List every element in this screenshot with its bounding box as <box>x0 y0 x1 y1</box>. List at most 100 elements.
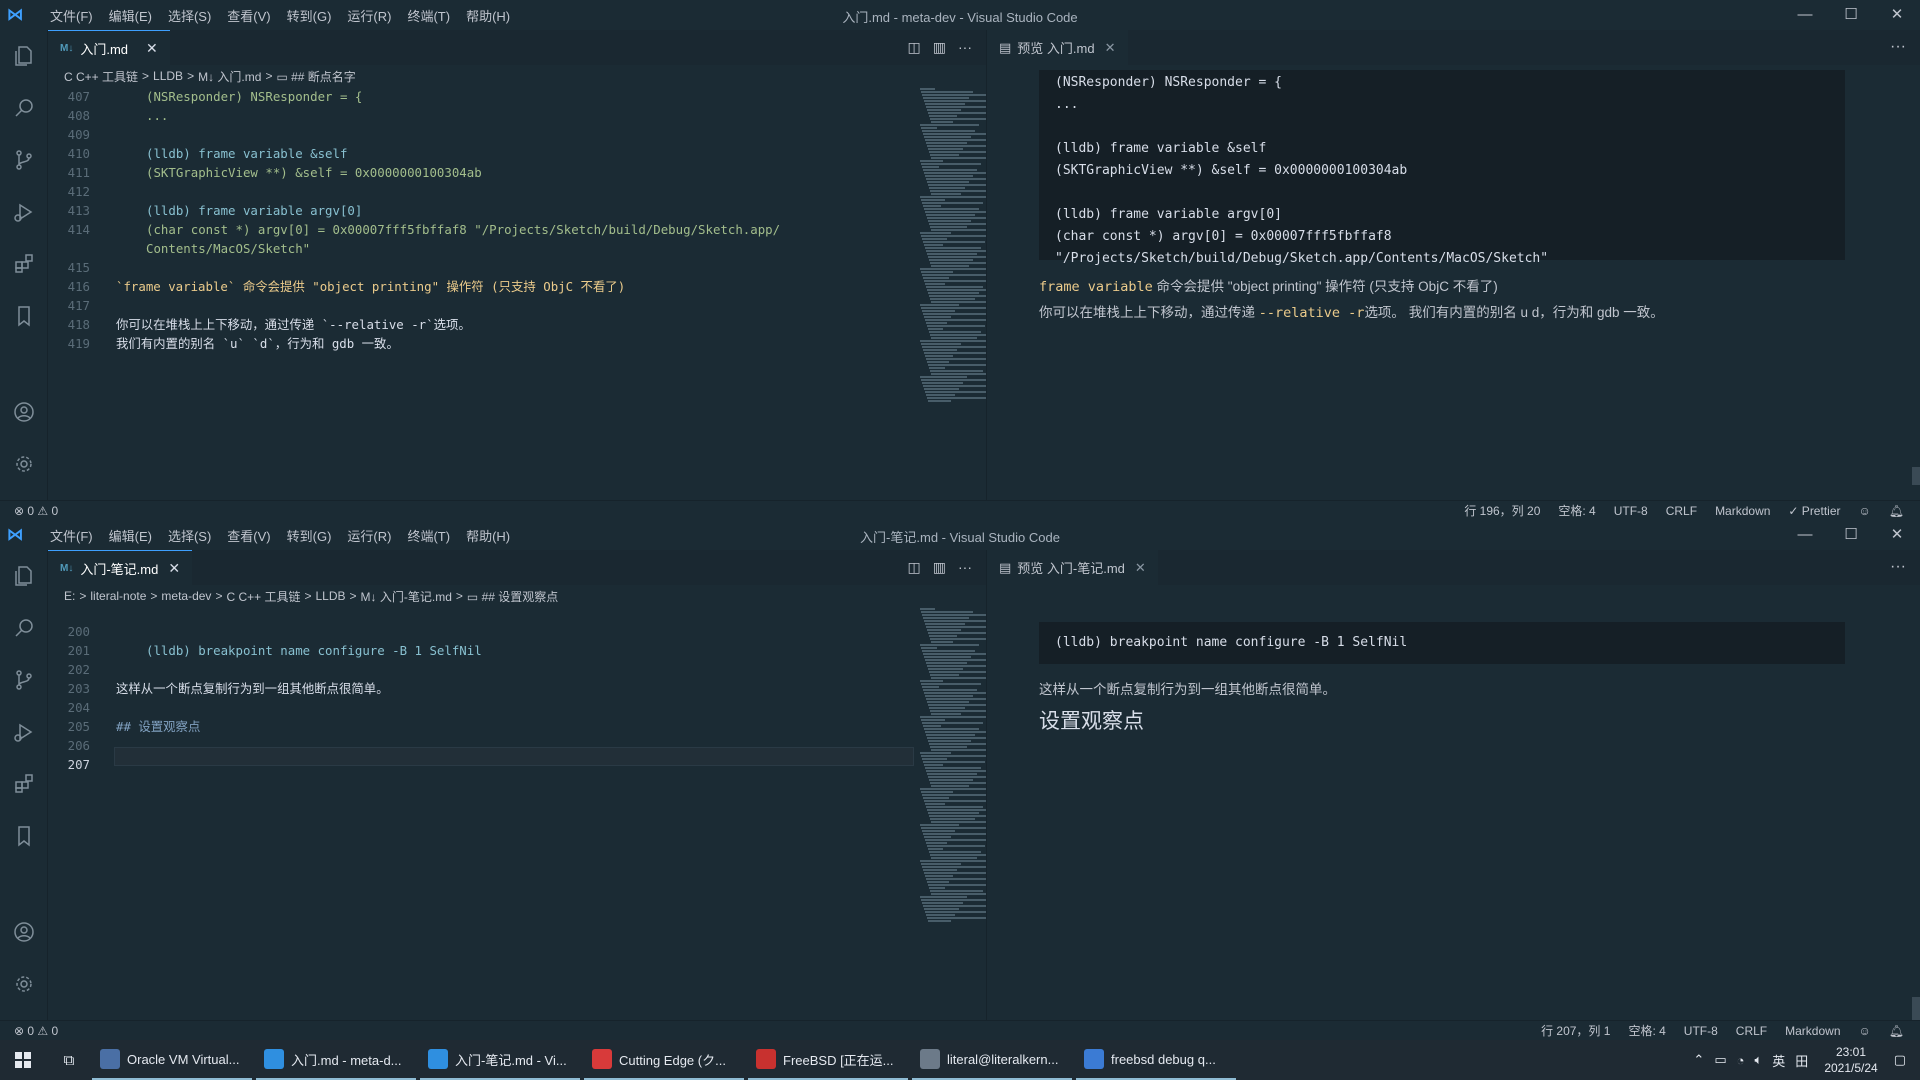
more-actions-icon[interactable]: ··· <box>958 559 972 576</box>
menu-item[interactable]: 帮助(H) <box>458 526 518 545</box>
menu-item[interactable]: 运行(R) <box>339 526 399 545</box>
source-control-icon[interactable] <box>0 134 48 186</box>
problems-count[interactable]: ⊗ 0 ⚠ 0 <box>14 504 58 518</box>
windows-start-icon[interactable] <box>0 1040 46 1080</box>
bookmarks-icon[interactable] <box>0 810 48 862</box>
taskbar-app[interactable]: freebsd debug q... <box>1076 1040 1236 1080</box>
search-icon[interactable] <box>0 602 48 654</box>
close-icon[interactable]: ✕ <box>1874 520 1920 550</box>
close-icon[interactable]: ✕ <box>1874 0 1920 30</box>
maximize-icon[interactable]: ☐ <box>1828 520 1874 550</box>
feedback-icon[interactable]: ☺ <box>1859 504 1871 518</box>
ime-language[interactable]: 英 <box>1772 1051 1785 1070</box>
account-icon[interactable] <box>0 386 48 438</box>
breadcrumb-item[interactable]: meta-dev <box>161 589 211 603</box>
breadcrumb-item[interactable]: M↓ 入门-笔记.md <box>361 588 452 605</box>
tab-preview-intro[interactable]: ▤ 预览 入门.md ✕ <box>987 30 1128 65</box>
account-icon[interactable] <box>0 906 48 958</box>
settings-gear-icon[interactable] <box>0 958 48 1010</box>
status-item[interactable]: 行 196，列 20 <box>1464 502 1540 519</box>
split-editor-icon[interactable]: ▥ <box>933 559 946 576</box>
open-preview-icon[interactable]: ◫ <box>908 39 921 56</box>
minimize-icon[interactable]: — <box>1782 0 1828 30</box>
search-icon[interactable] <box>0 82 48 134</box>
close-tab-icon[interactable]: ✕ <box>1105 40 1116 56</box>
scrollbar-thumb[interactable] <box>1912 467 1920 485</box>
tab-intro-md[interactable]: M↓ 入门.md ✕ <box>48 30 170 65</box>
breadcrumb-item[interactable]: LLDB <box>153 69 183 83</box>
extensions-icon[interactable] <box>0 238 48 290</box>
status-item[interactable]: CRLF <box>1666 504 1697 518</box>
bookmarks-icon[interactable] <box>0 290 48 342</box>
menu-item[interactable]: 文件(F) <box>42 526 101 545</box>
menu-item[interactable]: 编辑(E) <box>101 526 160 545</box>
status-item[interactable]: 空格: 4 <box>1628 1022 1665 1039</box>
more-actions-icon[interactable]: ··· <box>1890 38 1906 56</box>
tab-intro-notes-md[interactable]: M↓ 入门-笔记.md ✕ <box>48 550 193 585</box>
status-item[interactable]: ✓ Prettier <box>1788 504 1840 518</box>
breadcrumb-item[interactable]: M↓ 入门.md <box>198 68 261 85</box>
notification-icon[interactable]: ▢ <box>1894 1052 1906 1068</box>
breadcrumb-item[interactable]: E: <box>64 589 75 603</box>
taskbar-app[interactable]: 入门.md - meta-d... <box>256 1040 416 1080</box>
breadcrumb-item[interactable]: literal-note <box>90 589 146 603</box>
close-tab-icon[interactable]: ✕ <box>1135 560 1146 576</box>
feedback-icon[interactable]: ☺ <box>1859 1024 1871 1038</box>
menu-item[interactable]: 终端(T) <box>399 6 458 25</box>
status-item[interactable]: 行 207，列 1 <box>1541 1022 1610 1039</box>
code-editor[interactable]: 407 (NSResponder) NSResponder = {408... 40… <box>48 87 868 353</box>
menu-item[interactable]: 转到(G) <box>279 6 340 25</box>
status-item[interactable]: UTF-8 <box>1614 504 1648 518</box>
menu-item[interactable]: 转到(G) <box>279 526 340 545</box>
taskbar-app[interactable]: FreeBSD [正在运... <box>748 1040 908 1080</box>
clock[interactable]: 23:01 2021/5/24 <box>1824 1044 1877 1076</box>
run-debug-icon[interactable] <box>0 706 48 758</box>
source-control-icon[interactable] <box>0 654 48 706</box>
breadcrumb-item[interactable]: LLDB <box>316 589 346 603</box>
bell-icon[interactable]: 🔔︎ <box>1889 1024 1904 1038</box>
breadcrumb-item[interactable]: C C++ 工具链 <box>226 588 300 605</box>
minimize-icon[interactable]: — <box>1782 520 1828 550</box>
menu-item[interactable]: 查看(V) <box>219 6 278 25</box>
more-actions-icon[interactable]: ··· <box>958 39 972 56</box>
menu-item[interactable]: 选择(S) <box>160 526 219 545</box>
extensions-icon[interactable] <box>0 758 48 810</box>
run-debug-icon[interactable] <box>0 186 48 238</box>
problems-count[interactable]: ⊗ 0 ⚠ 0 <box>14 1024 58 1038</box>
volume-icon[interactable]: 🔈︎ <box>1754 1052 1762 1068</box>
menu-item[interactable]: 编辑(E) <box>101 6 160 25</box>
breadcrumb-item[interactable]: ▭ ## 设置观察点 <box>467 588 558 605</box>
menu-item[interactable]: 帮助(H) <box>458 6 518 25</box>
menu-item[interactable]: 文件(F) <box>42 6 101 25</box>
close-tab-icon[interactable]: ✕ <box>168 560 180 577</box>
code-editor[interactable]: 200 201 (lldb) breakpoint name configure -… <box>48 622 868 774</box>
status-item[interactable]: CRLF <box>1736 1024 1767 1038</box>
settings-gear-icon[interactable] <box>0 438 48 490</box>
breadcrumb-item[interactable]: C C++ 工具链 <box>64 68 138 85</box>
battery-icon[interactable]: ▭ <box>1714 1052 1726 1068</box>
chevron-up-icon[interactable]: ⌃ <box>1693 1052 1704 1068</box>
wifi-icon[interactable]: ◔ <box>1737 1053 1745 1068</box>
open-preview-icon[interactable]: ◫ <box>908 559 921 576</box>
more-actions-icon[interactable]: ··· <box>1890 558 1906 576</box>
explorer-icon[interactable] <box>0 30 48 82</box>
taskbar-app[interactable]: literal@literalkern... <box>912 1040 1072 1080</box>
breadcrumb-item[interactable]: ▭ ## 断点名字 <box>276 68 355 85</box>
taskbar-app[interactable]: Cutting Edge (ク... <box>584 1040 744 1080</box>
menu-item[interactable]: 运行(R) <box>339 6 399 25</box>
bell-icon[interactable]: 🔔︎ <box>1889 504 1904 518</box>
split-editor-icon[interactable]: ▥ <box>933 39 946 56</box>
taskbar-app[interactable]: Oracle VM Virtual... <box>92 1040 252 1080</box>
menu-item[interactable]: 选择(S) <box>160 6 219 25</box>
menu-item[interactable]: 终端(T) <box>399 526 458 545</box>
menu-item[interactable]: 查看(V) <box>219 526 278 545</box>
taskbar-app[interactable]: 入门-笔记.md - Vi... <box>420 1040 580 1080</box>
maximize-icon[interactable]: ☐ <box>1828 0 1874 30</box>
status-item[interactable]: UTF-8 <box>1684 1024 1718 1038</box>
tab-preview-notes[interactable]: ▤ 预览 入门-笔记.md ✕ <box>987 550 1158 585</box>
close-tab-icon[interactable]: ✕ <box>146 40 158 57</box>
status-item[interactable]: Markdown <box>1785 1024 1840 1038</box>
task-view-icon[interactable]: ⧉ <box>46 1040 92 1080</box>
ime-mode[interactable]: 田 <box>1795 1051 1808 1070</box>
status-item[interactable]: 空格: 4 <box>1558 502 1595 519</box>
